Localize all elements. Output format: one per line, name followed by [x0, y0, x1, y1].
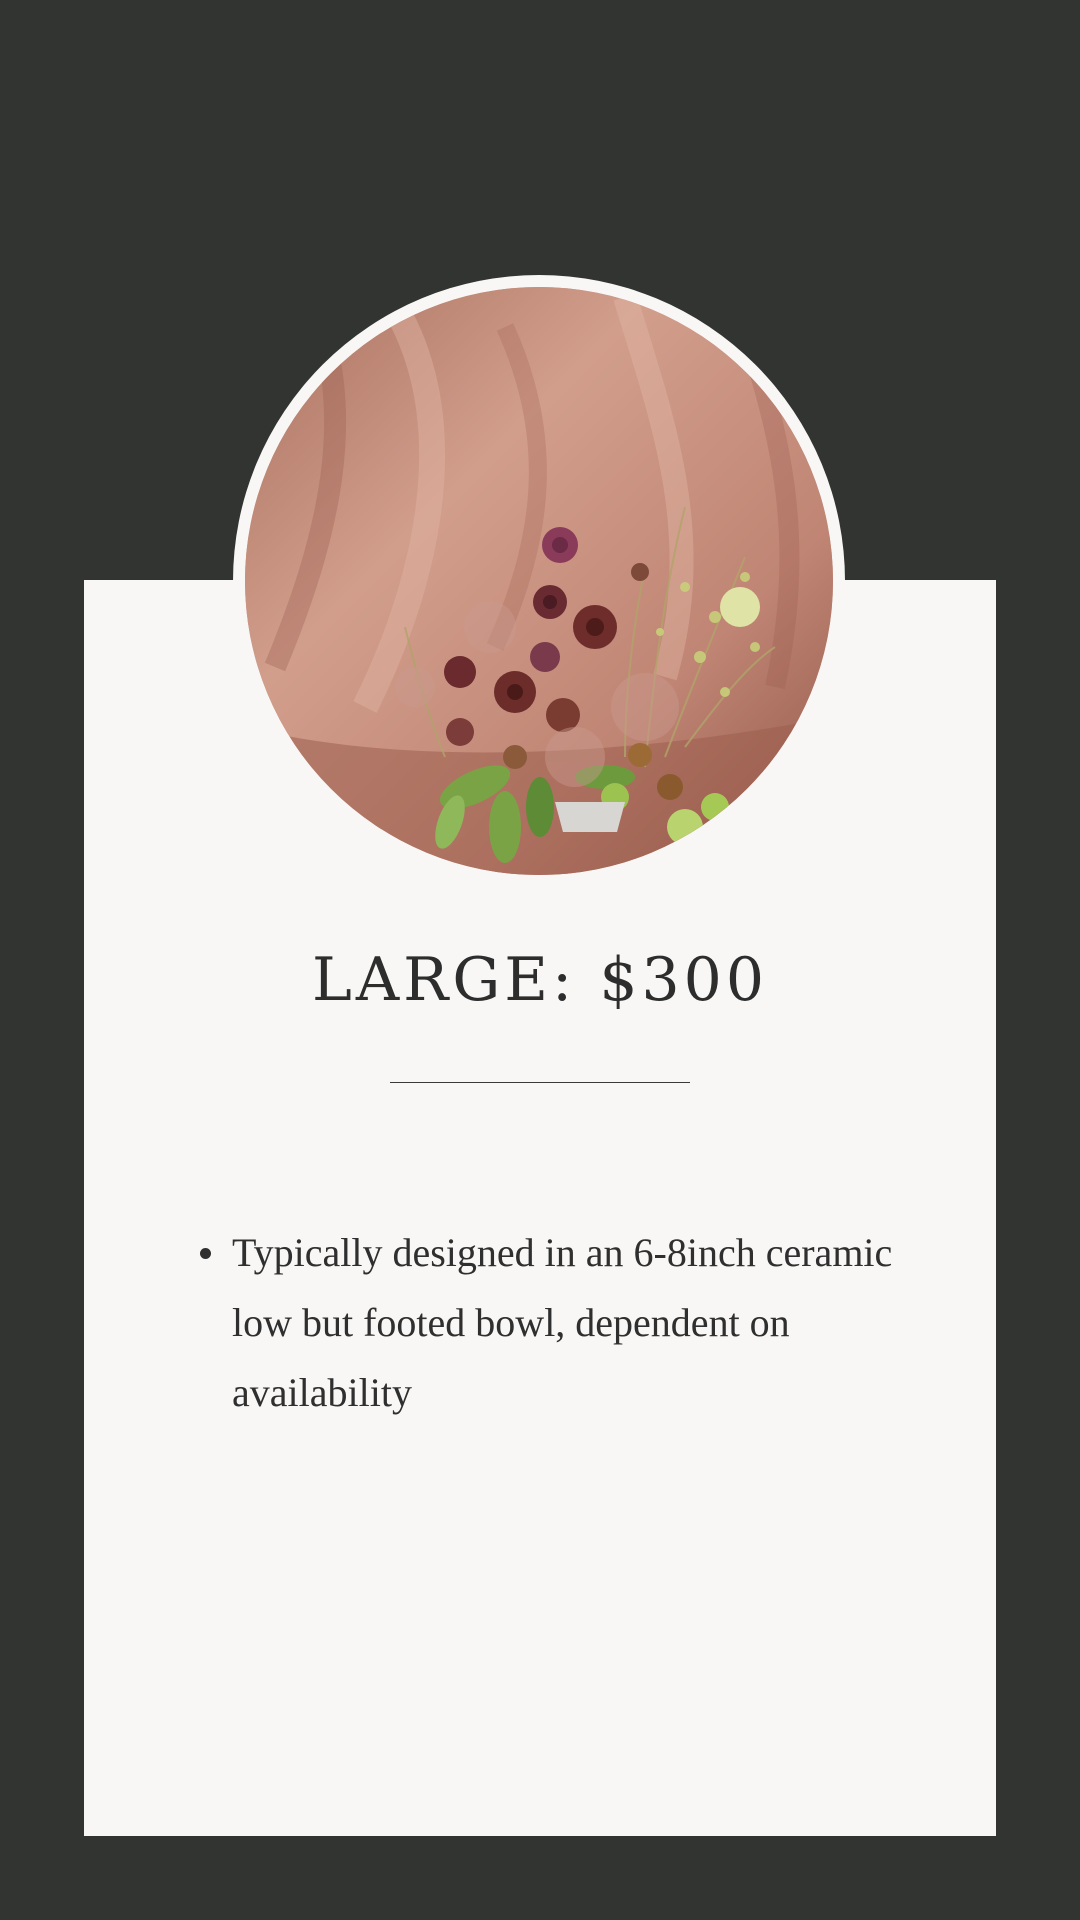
product-image-frame — [233, 275, 845, 887]
feature-text: Typically designed in an 6-8inch ceramic… — [232, 1230, 893, 1415]
floral-arrangement-image — [245, 287, 833, 875]
title-divider — [390, 1082, 690, 1083]
product-image[interactable] — [245, 287, 833, 875]
feature-list-item: Typically designed in an 6-8inch ceramic… — [200, 1218, 932, 1428]
bullet-icon — [200, 1248, 211, 1259]
product-size-price-title: LARGE: $300 — [311, 945, 769, 1015]
feature-list: Typically designed in an 6-8inch ceramic… — [200, 1218, 932, 1428]
